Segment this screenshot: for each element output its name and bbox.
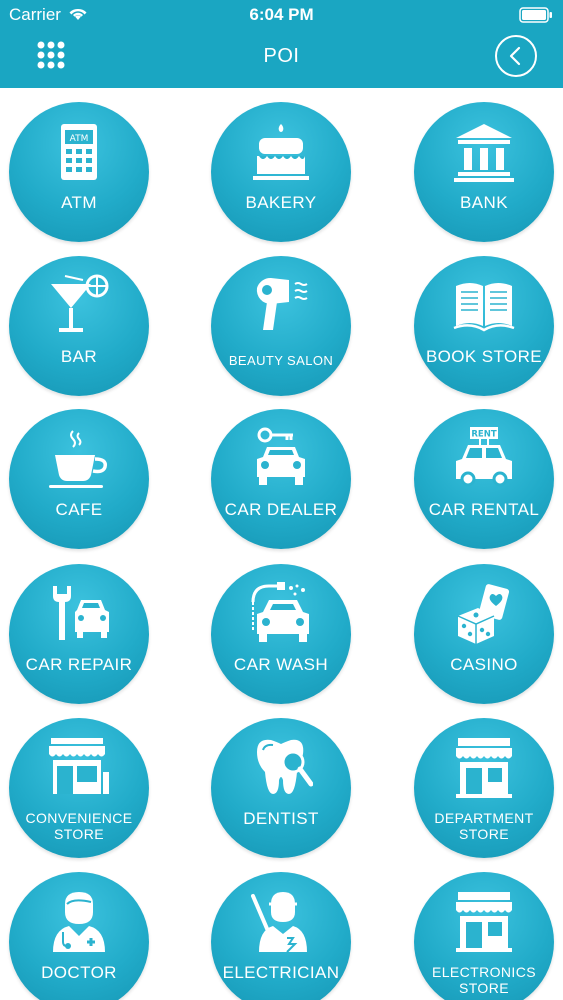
poi-label: DEPARTMENT STORE [434, 810, 534, 842]
poi-label: ATM [61, 193, 97, 212]
poi-cafe[interactable]: CAFE [9, 409, 149, 549]
poi-casino[interactable]: CASINO [414, 564, 554, 704]
poi-label: BAKERY [245, 193, 317, 212]
poi-label: CAR RENTAL [428, 500, 540, 519]
cocktail-icon [47, 274, 111, 338]
poi-label: BANK [460, 193, 508, 212]
poi-label: DOCTOR [41, 963, 117, 982]
poi-label: CAR DEALER [224, 500, 338, 519]
poi-label: ELECTRONICS STORE [432, 964, 536, 996]
electronics-store-icon [452, 890, 516, 954]
poi-atm[interactable]: ATM ATM [9, 102, 149, 242]
svg-text:ATM: ATM [70, 134, 89, 144]
poi-label: BEAUTY SALON [228, 353, 334, 368]
poi-label: CONVENIENCE STORE [25, 810, 133, 842]
poi-label: CAR REPAIR [25, 655, 133, 674]
tooth-icon [249, 736, 314, 800]
poi-department-store[interactable]: DEPARTMENT STORE [414, 718, 554, 858]
page-title: POI [263, 45, 300, 67]
chevron-left-icon [509, 46, 521, 66]
poi-dentist[interactable]: DENTIST [211, 718, 351, 858]
poi-bar[interactable]: BAR [9, 256, 149, 396]
poi-car-rental[interactable]: RENT CAR RENTAL [414, 409, 554, 549]
poi-label: CAFE [55, 500, 103, 519]
hair-dryer-icon [249, 274, 313, 338]
convenience-store-icon [47, 736, 111, 800]
wrench-car-icon [47, 582, 111, 646]
rent-car-icon: RENT [452, 427, 516, 491]
poi-bank[interactable]: BANK [414, 102, 554, 242]
poi-label: CAR WASH [233, 655, 329, 674]
poi-label: ELECTRICIAN [222, 963, 340, 982]
poi-electronics-store[interactable]: ELECTRONICS STORE [414, 872, 554, 1000]
poi-car-dealer[interactable]: CAR DEALER [211, 409, 351, 549]
nav-bar: POI [0, 30, 563, 88]
poi-label: BOOK STORE [425, 347, 543, 366]
electrician-icon [249, 890, 313, 954]
poi-label: DENTIST [243, 809, 319, 828]
clock: 6:04 PM [249, 5, 314, 24]
book-icon [452, 274, 516, 338]
coffee-cup-icon [47, 427, 111, 491]
svg-text:RENT: RENT [471, 430, 496, 440]
doctor-icon [47, 890, 111, 954]
poi-beauty-salon[interactable]: BEAUTY SALON [211, 256, 351, 396]
poi-electrician[interactable]: ELECTRICIAN [211, 872, 351, 1000]
bank-icon [452, 120, 516, 184]
poi-car-repair[interactable]: CAR REPAIR [9, 564, 149, 704]
poi-book-store[interactable]: BOOK STORE [414, 256, 554, 396]
car-wash-icon [249, 582, 313, 646]
status-bar: Carrier 6:04 PM [0, 0, 563, 30]
poi-convenience-store[interactable]: CONVENIENCE STORE [9, 718, 149, 858]
dice-cards-icon [452, 582, 516, 646]
poi-grid: ATM ATM BAKERY BANK BAR BEAUTY SALON BOO… [0, 88, 563, 1000]
atm-icon: ATM [47, 120, 111, 184]
back-button[interactable] [495, 35, 537, 77]
poi-label: CASINO [450, 655, 518, 674]
car-key-icon [249, 427, 313, 491]
poi-car-wash[interactable]: CAR WASH [211, 564, 351, 704]
battery-icon [519, 7, 553, 28]
cake-icon [249, 120, 313, 184]
department-store-icon [452, 736, 516, 800]
poi-bakery[interactable]: BAKERY [211, 102, 351, 242]
poi-doctor[interactable]: DOCTOR [9, 872, 149, 1000]
poi-label: BAR [60, 347, 98, 366]
